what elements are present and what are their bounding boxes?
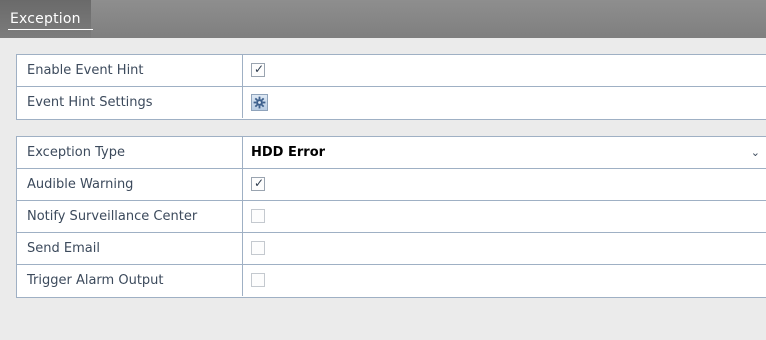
- tab-exception-label: Exception: [10, 11, 81, 27]
- exception-type-value: HDD Error: [251, 145, 326, 160]
- event-hint-settings-button[interactable]: [251, 94, 268, 111]
- notify-surveillance-center-row: Notify Surveillance Center: [17, 201, 766, 233]
- gear-icon: [253, 96, 266, 109]
- trigger-alarm-output-checkbox[interactable]: [251, 273, 265, 287]
- exception-type-row: Exception Type HDD Error ⌄: [17, 137, 766, 169]
- check-icon: ✓: [253, 176, 265, 190]
- trigger-alarm-output-row: Trigger Alarm Output: [17, 265, 766, 297]
- enable-event-hint-label: Enable Event Hint: [17, 55, 243, 86]
- chevron-down-icon[interactable]: ⌄: [751, 137, 760, 168]
- tab-active-underline: [8, 29, 93, 30]
- tab-exception[interactable]: Exception: [0, 0, 91, 38]
- exception-type-label: Exception Type: [17, 137, 243, 168]
- exception-group: Exception Type HDD Error ⌄ Audible Warni…: [16, 136, 766, 298]
- notify-surveillance-center-checkbox[interactable]: [251, 209, 265, 223]
- send-email-checkbox[interactable]: [251, 241, 265, 255]
- audible-warning-label: Audible Warning: [17, 169, 243, 200]
- event-hint-settings-label: Event Hint Settings: [17, 87, 243, 118]
- enable-event-hint-checkbox[interactable]: ✓: [251, 62, 265, 77]
- event-hint-group: Enable Event Hint ✓ Event Hint Settings: [16, 54, 766, 120]
- title-bar: Exception: [0, 0, 766, 38]
- exception-type-select[interactable]: HDD Error ⌄: [243, 137, 766, 168]
- audible-warning-checkbox[interactable]: ✓: [251, 176, 265, 191]
- enable-event-hint-row: Enable Event Hint ✓: [17, 55, 766, 87]
- notify-surveillance-center-label: Notify Surveillance Center: [17, 201, 243, 232]
- send-email-label: Send Email: [17, 233, 243, 264]
- trigger-alarm-output-label: Trigger Alarm Output: [17, 265, 243, 296]
- audible-warning-row: Audible Warning ✓: [17, 169, 766, 201]
- send-email-row: Send Email: [17, 233, 766, 265]
- event-hint-settings-row: Event Hint Settings: [17, 87, 766, 119]
- check-icon: ✓: [253, 62, 265, 76]
- settings-panel: Enable Event Hint ✓ Event Hint Settings: [0, 38, 766, 340]
